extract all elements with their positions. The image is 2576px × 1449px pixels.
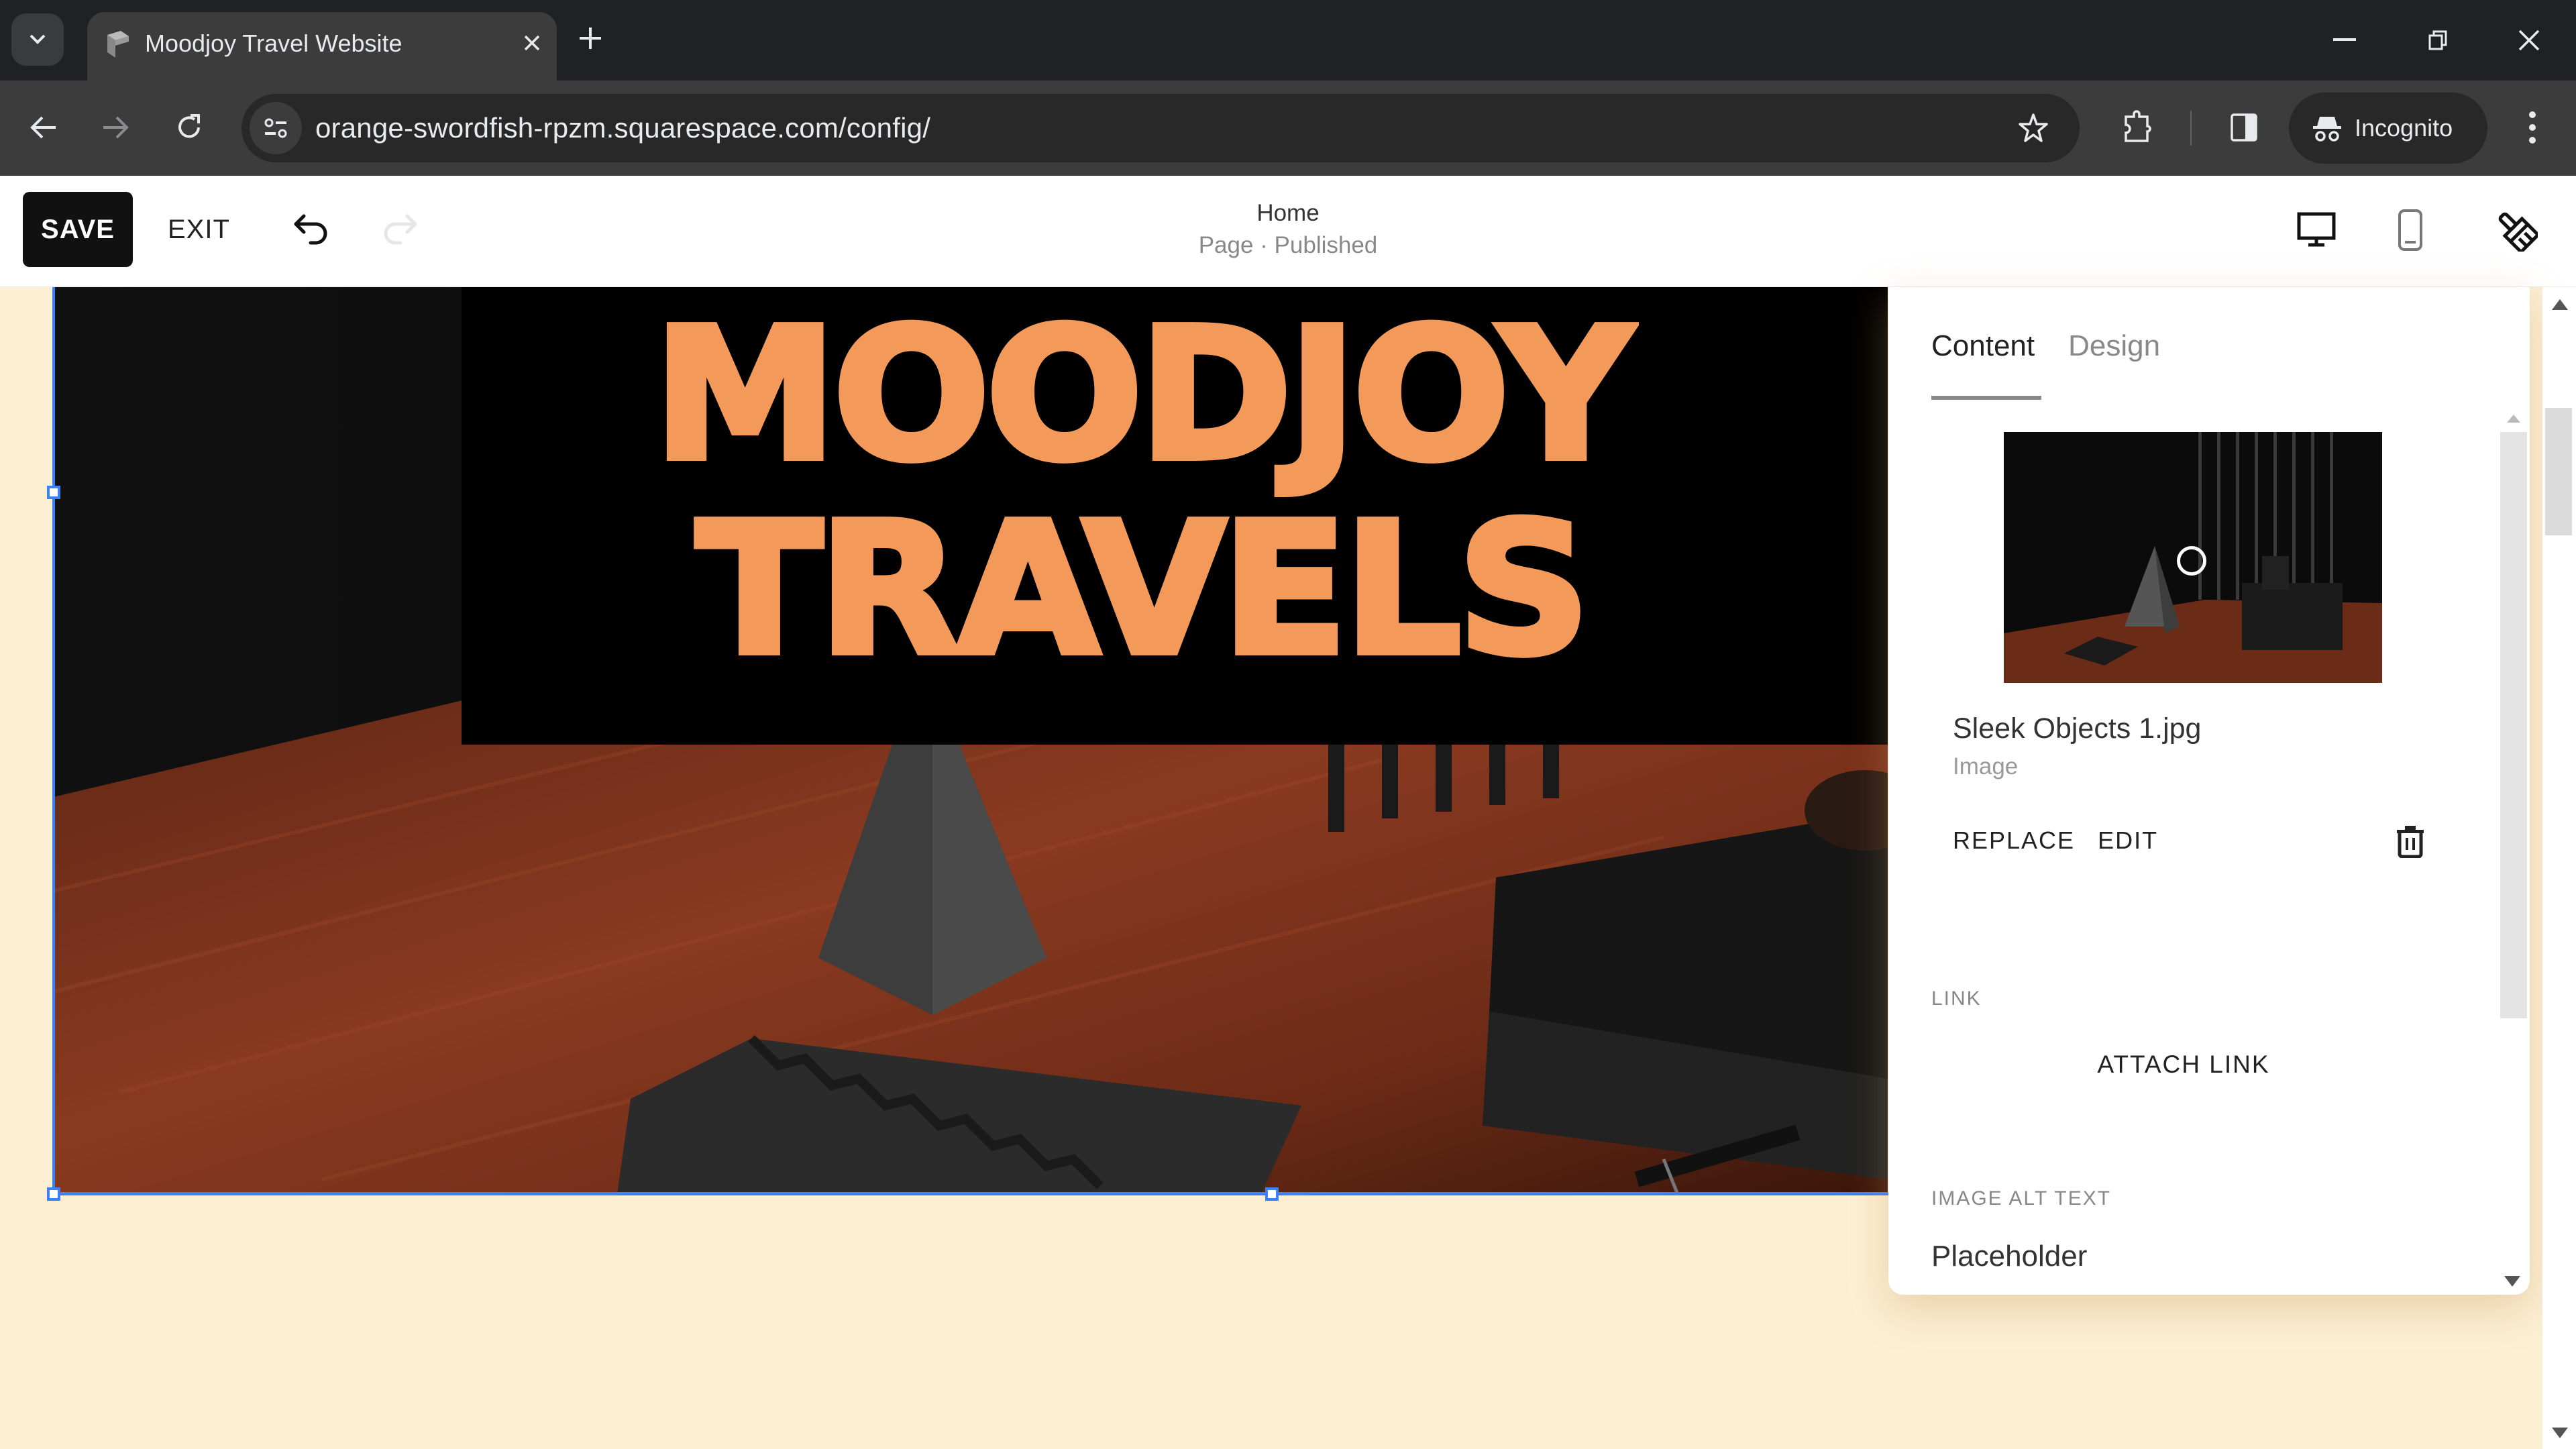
page-scrollbar-thumb[interactable] (2545, 408, 2572, 535)
bookmark-button[interactable] (2014, 109, 2053, 148)
new-tab-button[interactable] (570, 20, 610, 60)
focal-point-handle[interactable] (2177, 546, 2206, 576)
incognito-indicator[interactable]: Incognito (2289, 93, 2487, 164)
hero-title-line-2: TRAVELS (693, 484, 1594, 695)
restore-icon (2428, 30, 2447, 50)
minimize-button[interactable] (2314, 13, 2375, 67)
hero-image-block[interactable]: MOODJOY TRAVELS (54, 287, 1888, 1194)
site-styles-brush-icon (2498, 212, 2538, 252)
tab-design[interactable]: Design (2068, 326, 2160, 366)
browser-tab-strip: Moodjoy Travel Website (0, 0, 2576, 80)
site-styles-button[interactable] (2486, 200, 2546, 260)
image-alt-text-input[interactable] (1931, 1240, 2455, 1273)
page-name: Home (1256, 200, 1320, 226)
panel-scrollbar-thumb[interactable] (2500, 432, 2527, 1018)
tab-content[interactable]: Content (1931, 326, 2035, 366)
edit-button[interactable]: EDIT (2098, 824, 2158, 857)
incognito-icon (2313, 117, 2341, 142)
site-info-button[interactable] (250, 102, 302, 154)
save-button[interactable]: SAVE (23, 192, 133, 267)
back-icon (30, 116, 56, 139)
redo-button[interactable] (372, 204, 426, 258)
undo-button[interactable] (285, 204, 339, 258)
editor-toolbar: SAVE EXIT Home Page · Published (0, 176, 2576, 287)
site-info-icon (264, 118, 287, 138)
resize-handle-left[interactable] (47, 486, 60, 499)
close-icon (524, 35, 540, 51)
restore-button[interactable] (2408, 13, 2469, 67)
browser-tab[interactable]: Moodjoy Travel Website (87, 12, 557, 80)
side-panel-button[interactable] (2217, 101, 2271, 154)
more-menu-button[interactable] (2509, 101, 2556, 154)
desktop-view-icon (2297, 212, 2336, 247)
panel-tabs: Content Design (1931, 326, 2160, 366)
exit-button[interactable]: EXIT (168, 192, 230, 267)
active-tab-indicator (1931, 396, 2041, 400)
tab-search-button[interactable] (11, 13, 64, 66)
reload-button[interactable] (162, 101, 216, 154)
page-scroll-down-arrow[interactable] (2552, 1428, 2568, 1438)
panel-scroll-down-arrow[interactable] (2504, 1276, 2520, 1287)
mobile-view-icon (2398, 209, 2422, 251)
hero-title-line-1: MOODJOY (650, 289, 1637, 500)
squarespace-cube-icon (107, 31, 129, 58)
page-status: Page · Published (1198, 232, 1378, 258)
reload-icon (178, 114, 200, 138)
more-menu-icon (2529, 111, 2536, 118)
side-panel-icon (2231, 113, 2257, 142)
plus-icon (580, 28, 601, 49)
image-settings-panel: Content Design Sleek Objects 1.jpg Image… (1888, 287, 2530, 1295)
browser-toolbar: orange-swordfish-rpzm.squarespace.com/co… (0, 80, 2576, 176)
close-window-button[interactable] (2499, 13, 2559, 67)
tab-close-button[interactable] (515, 27, 549, 60)
resize-handle-bottom-left[interactable] (47, 1187, 60, 1201)
image-file-type: Image (1953, 753, 2019, 780)
redo-icon (384, 214, 417, 245)
url-text[interactable]: orange-swordfish-rpzm.squarespace.com/co… (315, 110, 930, 146)
image-file-name: Sleek Objects 1.jpg (1953, 712, 2202, 745)
forward-button[interactable] (89, 101, 142, 154)
close-icon (2518, 30, 2540, 51)
link-section-label: LINK (1931, 987, 1982, 1010)
trash-icon (2397, 826, 2424, 858)
more-menu-icon-dot (2529, 137, 2536, 144)
image-thumbnail[interactable] (2004, 432, 2382, 683)
bookmark-star-icon (2019, 113, 2048, 142)
hero-title[interactable]: MOODJOY TRAVELS (462, 287, 1888, 745)
attach-link-button[interactable]: ATTACH LINK (1888, 1051, 2479, 1079)
replace-button[interactable]: REPLACE (1953, 824, 2075, 857)
minimize-icon (2333, 38, 2356, 41)
mobile-view-button[interactable] (2380, 200, 2440, 260)
back-button[interactable] (17, 101, 70, 154)
alt-text-section-label: IMAGE ALT TEXT (1931, 1187, 2112, 1210)
image-actions: REPLACE EDIT (1953, 824, 2158, 857)
undo-icon (294, 214, 327, 245)
incognito-label: Incognito (2355, 114, 2453, 142)
resize-handle-bottom[interactable] (1265, 1187, 1279, 1201)
toolbar-divider (2190, 111, 2192, 146)
forward-icon (103, 116, 129, 139)
delete-image-button[interactable] (2390, 821, 2430, 861)
extensions-icon (2125, 110, 2151, 142)
more-menu-icon-dot (2529, 124, 2536, 131)
desktop-view-button[interactable] (2286, 200, 2347, 260)
chevron-down-icon (30, 34, 46, 44)
page-scroll-up-arrow[interactable] (2552, 299, 2568, 310)
page-info[interactable]: Home Page · Published (1087, 197, 1489, 262)
panel-scroll-up-arrow[interactable] (2507, 415, 2520, 423)
page-scrollbar[interactable] (2542, 287, 2576, 1449)
extensions-button[interactable] (2110, 101, 2163, 154)
tab-title: Moodjoy Travel Website (145, 30, 402, 57)
address-bar[interactable]: orange-swordfish-rpzm.squarespace.com/co… (241, 94, 2080, 162)
